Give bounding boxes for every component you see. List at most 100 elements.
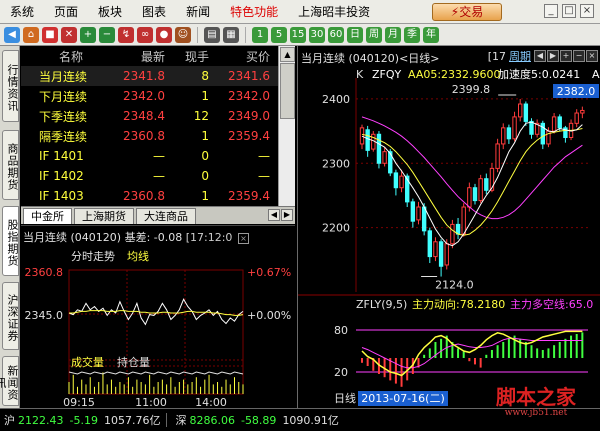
kline-panel: 当月连续 (040120)<日线> [17 周期 ◀ ▶ + − × 2400 2… xyxy=(297,46,600,408)
kline-candle-body xyxy=(574,112,579,124)
quote-row[interactable]: 下季连续 2348.4 12 2349.0 xyxy=(21,106,278,126)
kline-candle-body xyxy=(416,206,421,221)
quote-cell-vol: 1 xyxy=(201,189,209,203)
kline-info-speed: 加速度5:0.0241 xyxy=(498,67,580,81)
tab-right-icon[interactable]: ▶ xyxy=(281,209,293,221)
back-icon[interactable]: ◀ xyxy=(4,26,20,43)
layout-icon[interactable]: ▤ xyxy=(204,26,220,43)
side-tab-4[interactable]: 新闻资讯 xyxy=(0,356,19,406)
kline-x-label: 日线 xyxy=(334,391,356,405)
intraday-volume-label: 成交量 xyxy=(71,355,104,369)
quote-icon[interactable]: ■ xyxy=(42,26,58,43)
quote-row[interactable]: 下月连续 2342.0 1 2342.0 xyxy=(21,86,278,106)
zoom-in-icon[interactable]: + xyxy=(80,26,96,43)
tab-left-icon[interactable]: ◀ xyxy=(268,209,280,221)
kline-candle-body xyxy=(518,103,523,118)
toolbar: ◀ ⌂ ■ ✕ + − ↯ ∞ ● ☺ ▤ ▦ 1 5 15 30 60 日周月季年 xyxy=(0,24,600,46)
quote-cell-bid: — xyxy=(258,149,270,163)
period-60-icon[interactable]: 60 xyxy=(328,26,344,43)
window-controls: _ □ × xyxy=(544,4,594,18)
indicator-line-a: 主力动向:78.2180 xyxy=(412,297,505,311)
status-divider xyxy=(166,413,168,427)
side-tab-1[interactable]: 商品期货 xyxy=(2,130,19,200)
period-1-icon[interactable]: 1 xyxy=(252,26,268,43)
kline-candle-body xyxy=(393,172,399,189)
home-icon[interactable]: ⌂ xyxy=(23,26,39,43)
quote-cell-name: IF 1401 xyxy=(39,149,84,163)
col-last-header[interactable]: 最新 xyxy=(103,48,165,65)
intraday-oi-line xyxy=(68,371,244,375)
news-icon[interactable]: ✕ xyxy=(61,26,77,43)
quote-cell-vol: 0 xyxy=(201,149,209,163)
menu-bar: 系统 页面 板块 图表 新闻 特色功能 上海昭丰投资 xyxy=(0,0,600,24)
menu-chart[interactable]: 图表 xyxy=(132,0,176,24)
quote-row[interactable]: IF 1402 — 0 — xyxy=(21,166,278,186)
trade-button[interactable]: ⚡交易 xyxy=(432,3,502,21)
quote-cell-last: 2360.8 xyxy=(123,189,165,203)
ranking-icon[interactable]: ↯ xyxy=(118,26,134,43)
sh-label: 沪 xyxy=(4,414,15,427)
toolbar-separator xyxy=(197,26,198,43)
menu-news[interactable]: 新闻 xyxy=(176,0,220,24)
quote-cell-last: 2348.4 xyxy=(123,109,165,123)
tab-cffex[interactable]: 中金所 xyxy=(23,208,72,224)
kline-price-tag: 2382.0 xyxy=(557,85,596,98)
zoom-out-icon[interactable]: − xyxy=(99,26,115,43)
period-30-icon[interactable]: 30 xyxy=(309,26,325,43)
kline-candle-body xyxy=(495,143,500,169)
sh-index: 2122.43 xyxy=(18,413,64,427)
side-tab-0[interactable]: 行情资讯 xyxy=(2,50,19,122)
year-icon[interactable]: 年 xyxy=(423,26,439,43)
intraday-chart[interactable]: 2360.82345.0+0.67%+0.00%分时走势 均线成交量 持仓量09:1… xyxy=(21,226,295,409)
col-volume-header[interactable]: 现手 xyxy=(165,48,209,65)
month-icon[interactable]: 月 xyxy=(385,26,401,43)
quote-scrollbar[interactable]: ▲ xyxy=(278,46,295,206)
kline-info-k: K xyxy=(356,68,364,81)
side-tab-3[interactable]: 沪深证券 xyxy=(2,282,19,350)
intraday-price-line xyxy=(68,298,244,326)
menu-system[interactable]: 系统 xyxy=(0,0,44,24)
kline-candle-body xyxy=(410,201,416,222)
col-name-header[interactable]: 名称 xyxy=(21,48,103,65)
quote-row[interactable]: 当月连续 2341.8 8 2341.6 xyxy=(21,66,278,86)
menu-broker[interactable]: 上海昭丰投资 xyxy=(288,0,380,24)
quote-row[interactable]: 隔季连续 2360.8 1 2359.4 xyxy=(21,126,278,146)
season-icon[interactable]: 季 xyxy=(404,26,420,43)
menu-sector[interactable]: 板块 xyxy=(88,0,132,24)
indicator-line-b: 主力多空线:65.0 xyxy=(510,297,593,311)
quote-row[interactable]: IF 1403 2360.8 1 2359.4 xyxy=(21,186,278,206)
intraday-panel: 当月连续 (040120) 基差: -0.08 [17:12:0 × 2360.… xyxy=(21,225,295,409)
indicator-title: ZFLY(9,5) xyxy=(356,298,407,311)
toolbar-separator xyxy=(245,26,246,43)
tab-shfe[interactable]: 上海期货 xyxy=(74,208,134,224)
intraday-pct-mid: +0.00% xyxy=(247,309,291,322)
side-tab-2[interactable]: 股指期货 xyxy=(2,206,19,276)
search-icon[interactable]: ● xyxy=(156,26,172,43)
kline-chart[interactable]: 2400 2300 2200 K ZFQY AA05:2332.9600加速度5:0.02… xyxy=(298,46,600,408)
menu-page[interactable]: 页面 xyxy=(44,0,88,24)
tab-dce[interactable]: 大连商品 xyxy=(136,208,196,224)
minimize-button[interactable]: _ xyxy=(544,4,558,18)
period-15-icon[interactable]: 15 xyxy=(290,26,306,43)
quote-row[interactable]: IF 1401 — 0 — xyxy=(21,146,278,166)
scroll-thumb[interactable] xyxy=(280,63,295,119)
kline-candle-body xyxy=(472,187,478,202)
maximize-button[interactable]: □ xyxy=(562,4,576,18)
close-button[interactable]: × xyxy=(580,4,594,18)
kline-candle-body xyxy=(461,206,466,235)
exchange-tabs: 中金所 上海期货 大连商品 ◀ ▶ xyxy=(21,206,295,224)
user-icon[interactable]: ☺ xyxy=(175,26,191,43)
grid-icon[interactable]: ▦ xyxy=(223,26,239,43)
kline-candle-body xyxy=(478,178,483,202)
kline-y-label: 2400 xyxy=(322,93,350,106)
col-bid-header[interactable]: 买价 xyxy=(209,48,276,65)
period-5-icon[interactable]: 5 xyxy=(271,26,287,43)
menu-special-features[interactable]: 特色功能 xyxy=(220,0,288,24)
quote-cell-vol: 1 xyxy=(201,129,209,143)
scroll-up-icon[interactable]: ▲ xyxy=(280,47,295,62)
kline-candle-body xyxy=(523,103,529,122)
link-icon[interactable]: ∞ xyxy=(137,26,153,43)
week-icon[interactable]: 周 xyxy=(366,26,382,43)
day-icon[interactable]: 日 xyxy=(347,26,363,43)
quote-cell-bid: — xyxy=(258,169,270,183)
